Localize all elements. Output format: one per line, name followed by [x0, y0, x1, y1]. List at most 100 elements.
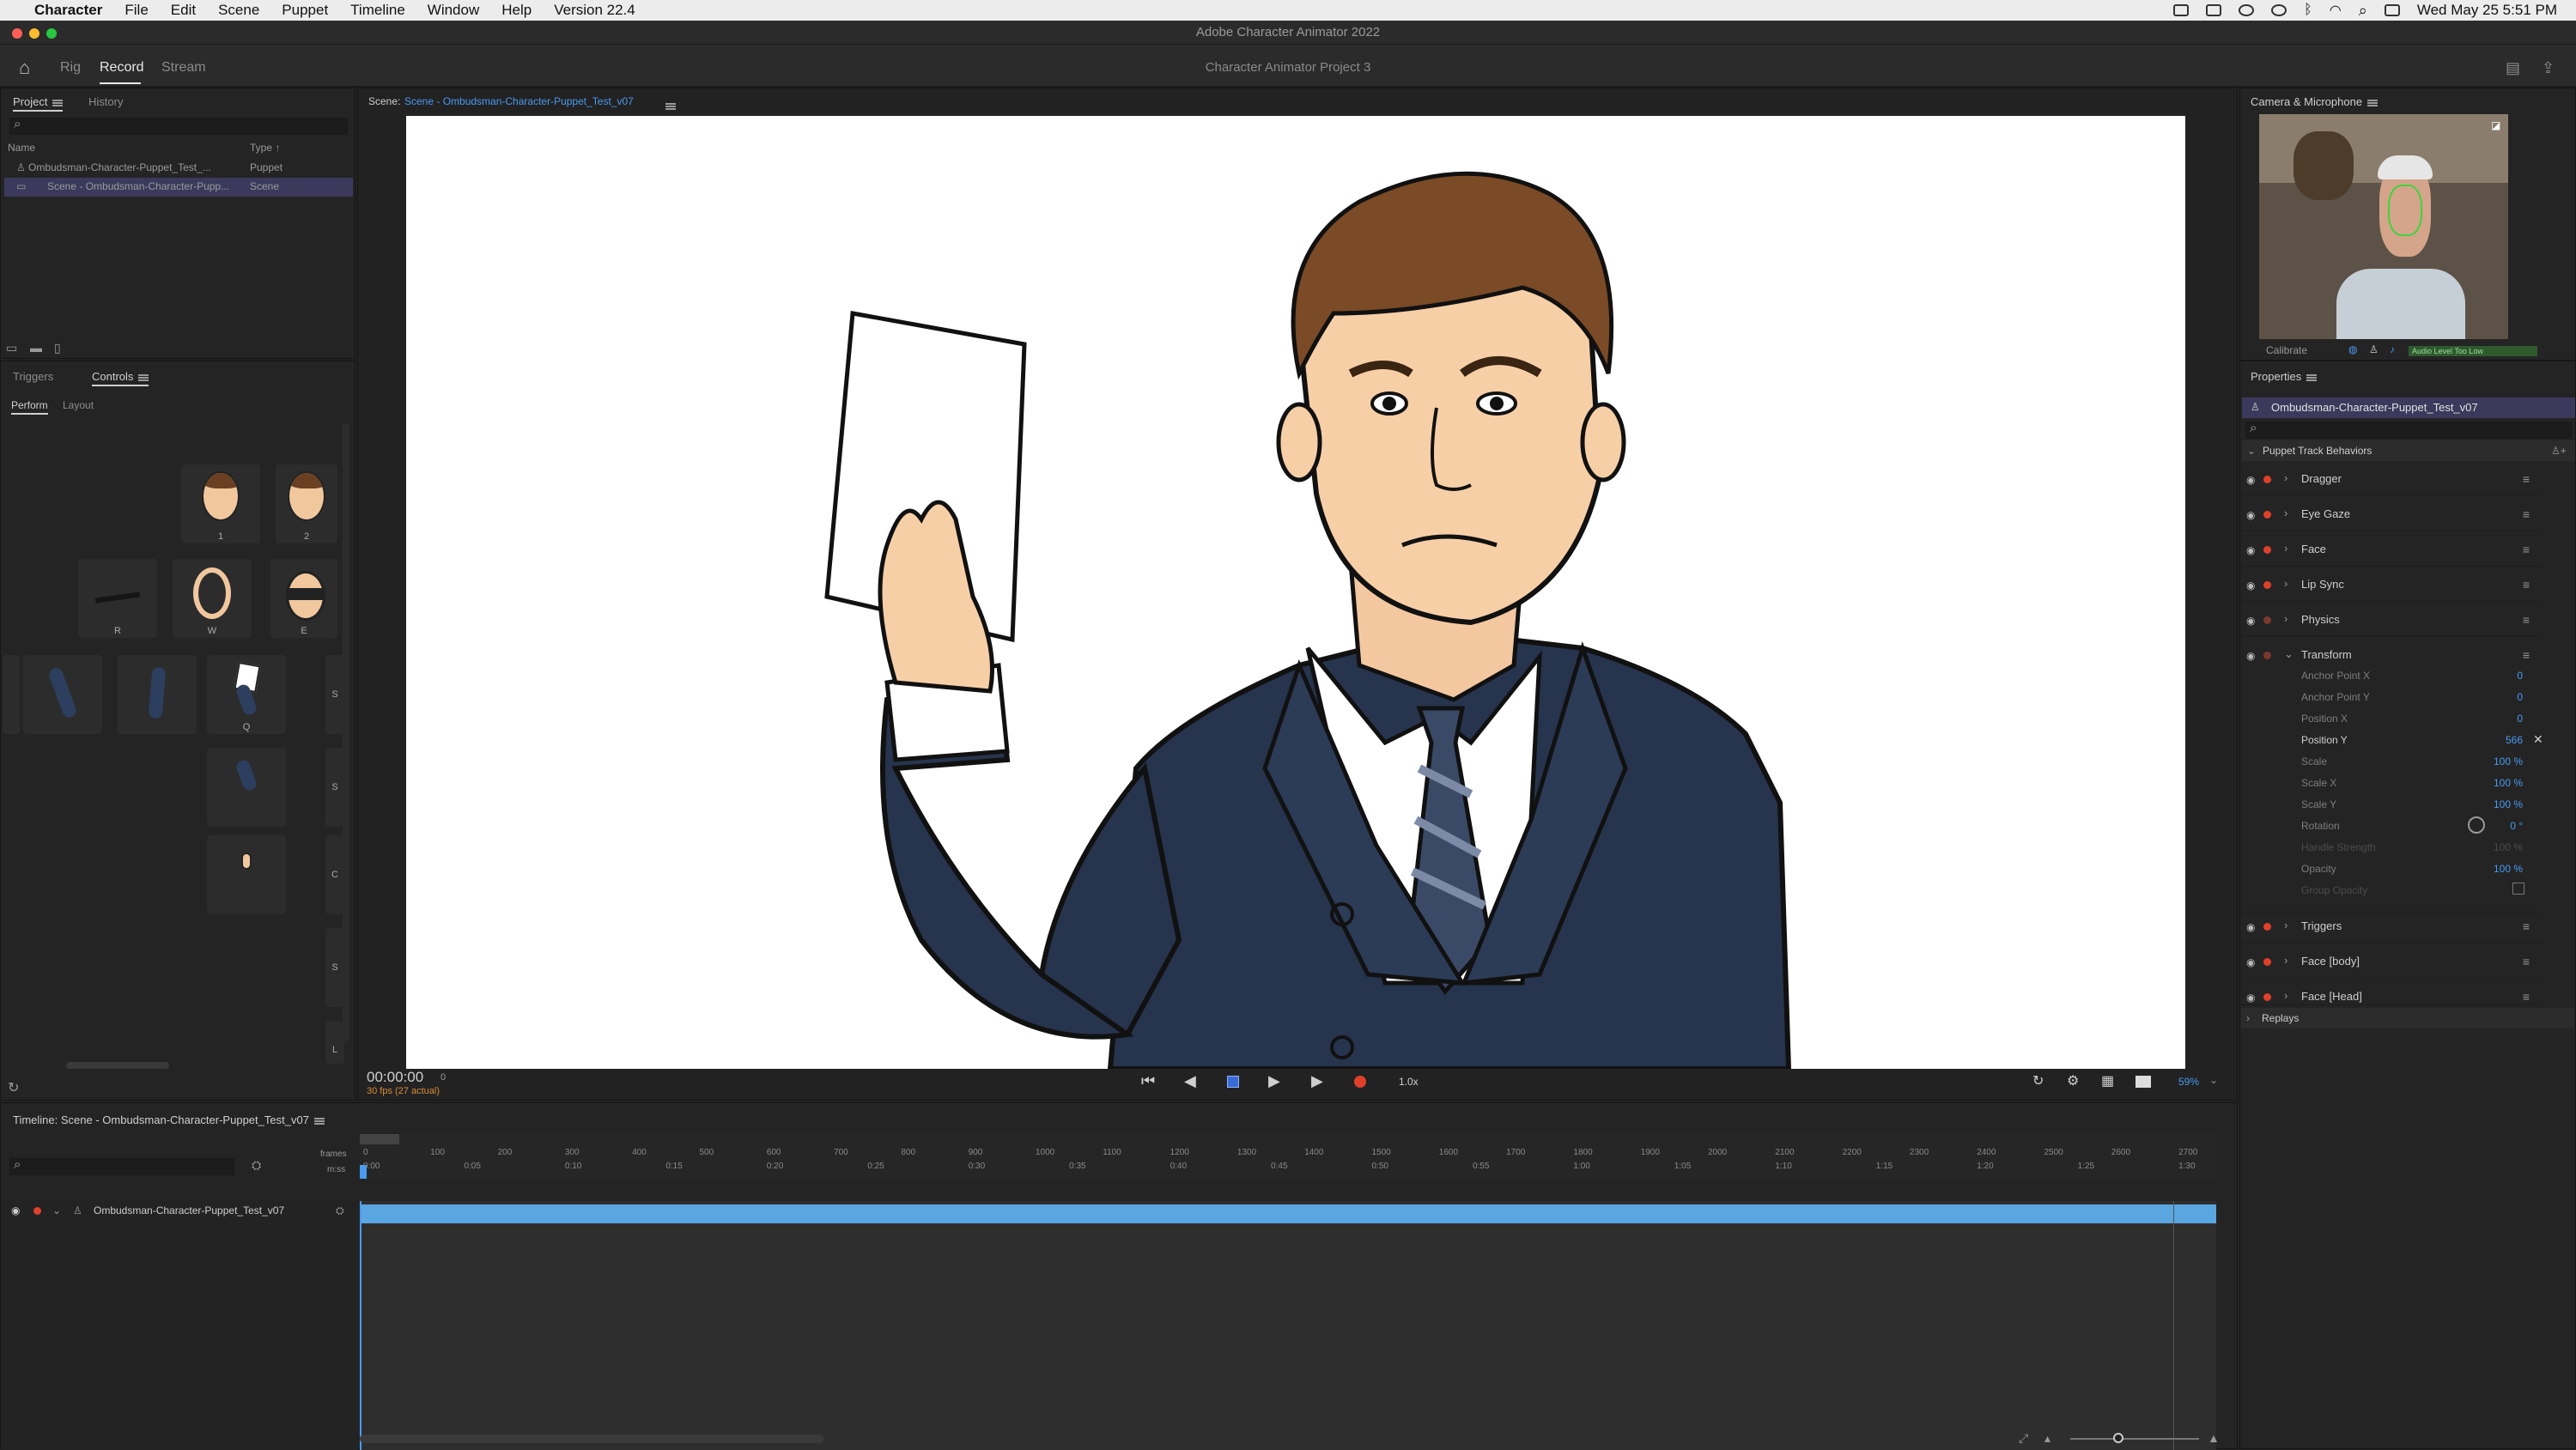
go-to-start-icon[interactable]: ⏮: [1141, 1072, 1155, 1090]
comments-icon[interactable]: ▤: [2506, 45, 2520, 88]
body-tracking-icon[interactable]: ♙: [2369, 343, 2379, 355]
param-value[interactable]: 0: [2517, 691, 2523, 703]
settings-icon[interactable]: ⚙: [2067, 1072, 2079, 1089]
panel-menu-icon[interactable]: [52, 99, 64, 106]
visibility-eye-icon[interactable]: ◉: [2246, 509, 2255, 521]
visibility-eye-icon[interactable]: ◉: [2246, 650, 2255, 662]
zoom-window-icon[interactable]: [46, 28, 57, 39]
timeline-zoom-thumb[interactable]: [2113, 1433, 2123, 1443]
partial-tile[interactable]: S: [325, 655, 344, 734]
chevron-down-icon[interactable]: ⌄: [2284, 647, 2293, 661]
behavior-menu-icon[interactable]: ≡: [2523, 919, 2530, 933]
behavior-row-face[interactable]: ◉ › Face ≡: [2239, 532, 2542, 567]
param-anchor-point-y[interactable]: Anchor Point Y0: [2301, 691, 2524, 708]
visibility-eye-icon[interactable]: ◉: [2246, 544, 2255, 556]
param-value[interactable]: 0 °: [2510, 820, 2523, 832]
tab-record[interactable]: Record: [100, 45, 144, 88]
behavior-menu-icon[interactable]: ≡: [2523, 543, 2530, 556]
reset-param-icon[interactable]: ✕: [2533, 732, 2543, 747]
zoom-level[interactable]: 59%: [2178, 1076, 2199, 1088]
track-options-icon[interactable]: ⛭: [336, 1204, 344, 1217]
record-arm-icon[interactable]: [2263, 581, 2271, 589]
chevron-right-icon[interactable]: ›: [2284, 989, 2287, 1002]
panel-menu-icon[interactable]: [2306, 373, 2318, 381]
param-scale[interactable]: Scale 100 %: [2301, 755, 2524, 773]
stop-icon[interactable]: [1227, 1076, 1239, 1088]
menubar-clock[interactable]: Wed May 25 5:51 PM: [2417, 2, 2557, 19]
refresh-icon[interactable]: ↻: [8, 1079, 19, 1096]
trigger-tile-w[interactable]: W: [173, 559, 252, 638]
record-arm-icon[interactable]: [2263, 652, 2271, 659]
zoom-out-icon[interactable]: ▴: [2044, 1431, 2050, 1446]
tab-perform[interactable]: Perform: [11, 399, 48, 415]
close-window-icon[interactable]: [12, 28, 22, 39]
play-icon[interactable]: ▶: [1268, 1072, 1280, 1090]
behavior-row-face-head[interactable]: ◉ › Face [Head] ≡: [2239, 980, 2542, 1005]
minimize-window-icon[interactable]: [29, 28, 39, 39]
trigger-tile-1[interactable]: 1: [181, 464, 260, 543]
chevron-right-icon[interactable]: ›: [2246, 1012, 2250, 1024]
bluetooth-icon[interactable]: ᛒ: [2304, 3, 2312, 18]
param-value[interactable]: 0: [2517, 670, 2523, 682]
chevron-down-icon[interactable]: ⌄: [2247, 445, 2256, 457]
record-arm-icon[interactable]: [2263, 958, 2271, 966]
param-scale-x[interactable]: Scale X 100 %: [2301, 777, 2524, 794]
param-opacity[interactable]: Opacity 100 %: [2301, 863, 2524, 880]
behavior-row-dragger[interactable]: ◉ › Dragger ≡: [2239, 462, 2542, 496]
display-settings-icon[interactable]: ▦: [2101, 1072, 2114, 1089]
visibility-eye-icon[interactable]: ◉: [2246, 579, 2255, 592]
play-circle-icon[interactable]: [2239, 4, 2255, 16]
behavior-row-lip-sync[interactable]: ◉ › Lip Sync ≡: [2239, 567, 2542, 602]
home-icon[interactable]: ⌂: [19, 45, 30, 88]
timeline-zoom-slider[interactable]: [2070, 1438, 2199, 1440]
behavior-row-triggers[interactable]: ◉ › Triggers ≡: [2239, 909, 2542, 943]
list-item[interactable]: ▭ Scene - Ombudsman-Character-Pupp... Sc…: [4, 178, 353, 197]
panel-menu-icon[interactable]: [138, 373, 149, 381]
panel-menu-icon[interactable]: [665, 102, 676, 110]
behavior-menu-icon[interactable]: ≡: [2523, 472, 2530, 486]
arm-tile[interactable]: [23, 655, 102, 734]
tab-controls[interactable]: Controls: [92, 370, 149, 386]
tab-rig[interactable]: Rig: [60, 45, 81, 88]
behavior-menu-icon[interactable]: ≡: [2523, 648, 2530, 662]
visibility-eye-icon[interactable]: ◉: [2246, 956, 2255, 968]
column-type[interactable]: Type ↑: [250, 142, 280, 154]
add-behavior-icon[interactable]: ♙+: [2551, 445, 2567, 457]
behavior-menu-icon[interactable]: ≡: [2523, 578, 2530, 592]
vertical-scrollbar[interactable]: [343, 423, 349, 1041]
trigger-tile-e[interactable]: E: [270, 559, 337, 638]
hand-tile[interactable]: [207, 835, 286, 914]
param-value[interactable]: 100 %: [2494, 755, 2523, 767]
track-expand-icon[interactable]: ⌄: [52, 1204, 61, 1216]
menu-puppet[interactable]: Puppet: [282, 2, 328, 19]
microphone-icon[interactable]: ♪: [2390, 343, 2395, 355]
trigger-tile-2[interactable]: 2: [276, 464, 337, 543]
list-item[interactable]: Ombudsman-Character-Puppet_Test_... ♙ Pu…: [4, 159, 353, 178]
tab-stream[interactable]: Stream: [161, 45, 206, 88]
timecode-display[interactable]: 00:00:00: [367, 1069, 423, 1086]
arm-tile[interactable]: [118, 655, 197, 734]
param-rotation[interactable]: Rotation 0 °: [2301, 816, 2524, 837]
step-forward-icon[interactable]: ▶: [1311, 1072, 1323, 1090]
camera-pin-icon[interactable]: ◪: [2491, 119, 2500, 131]
param-value[interactable]: 100 %: [2494, 798, 2523, 810]
display-icon[interactable]: [2206, 4, 2222, 16]
behavior-menu-icon[interactable]: ≡: [2523, 507, 2530, 521]
time-machine-icon[interactable]: [2271, 4, 2287, 16]
column-name[interactable]: Name: [8, 142, 35, 154]
character-puppet-illustration[interactable]: [406, 116, 2185, 1069]
playhead[interactable]: [360, 1165, 367, 1179]
menu-file[interactable]: File: [125, 2, 148, 19]
chevron-right-icon[interactable]: ›: [2284, 507, 2287, 519]
selected-puppet-row[interactable]: ♙ Ombudsman-Character-Puppet_Test_v07: [2242, 397, 2575, 418]
behavior-row-physics[interactable]: ◉ › Physics ≡: [2239, 603, 2542, 637]
menu-help[interactable]: Help: [501, 2, 532, 19]
param-value[interactable]: 100 %: [2494, 777, 2523, 789]
new-item-icon[interactable]: ▯: [54, 341, 61, 355]
trigger-tile-q[interactable]: Q: [207, 655, 286, 734]
track-record-arm-icon[interactable]: [33, 1207, 41, 1215]
trigger-tile-r[interactable]: R: [78, 559, 157, 638]
param-scale-y[interactable]: Scale Y 100 %: [2301, 798, 2524, 816]
puppet-track-bar[interactable]: [360, 1204, 2216, 1223]
track-header[interactable]: ◉ ⌄ ♙ Ombudsman-Character-Puppet_Test_v0…: [1, 1201, 358, 1222]
